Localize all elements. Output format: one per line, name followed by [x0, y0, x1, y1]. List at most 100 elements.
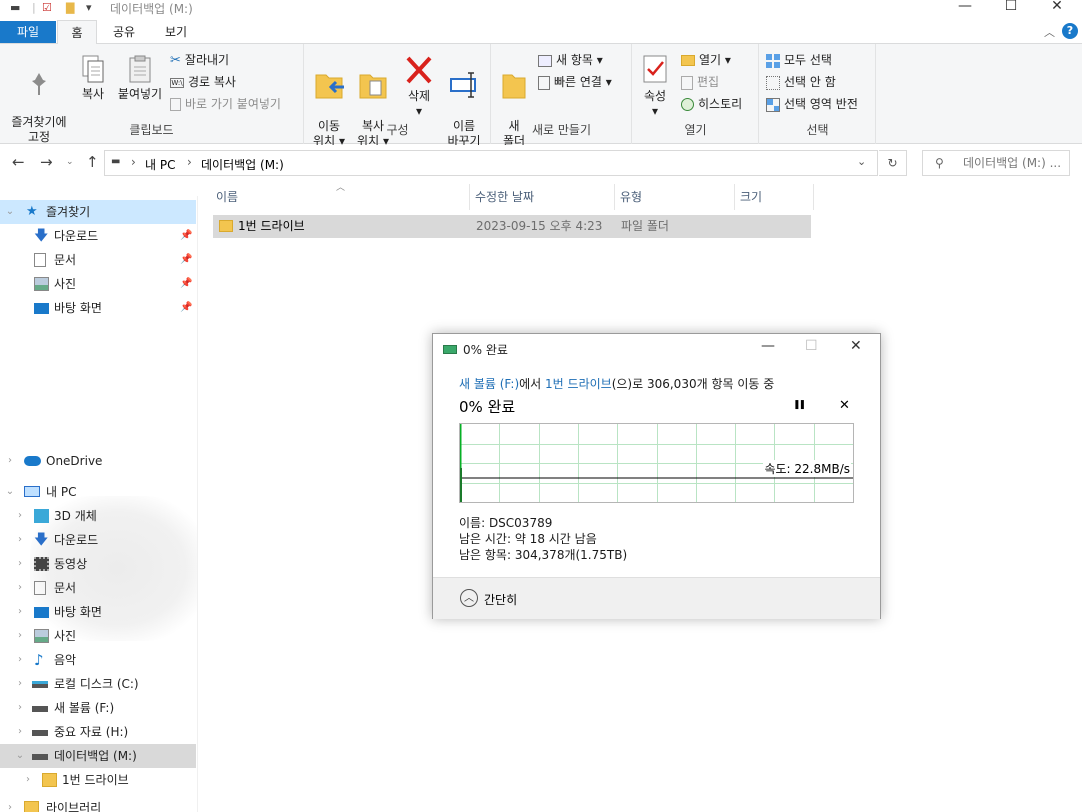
nav-pc-drive-f[interactable]: › 새 볼륨 (F:)	[0, 696, 196, 720]
properties-button[interactable]: 속성 ▾	[639, 54, 671, 119]
chevron-right-icon[interactable]: ›	[14, 720, 26, 744]
nav-onedrive[interactable]: › OneDrive	[0, 449, 196, 473]
help-icon[interactable]: ?	[1062, 23, 1078, 39]
cut-button[interactable]: ✂ 잘라내기	[170, 50, 229, 70]
paste-shortcut-icon	[170, 98, 181, 111]
time-remaining: 남은 시간: 약 18 시간 남음	[459, 532, 597, 546]
column-header-modified[interactable]: 수정한 날짜	[471, 184, 615, 210]
tab-share[interactable]: 공유	[104, 20, 144, 44]
nav-qa-downloads[interactable]: 🡇 다운로드 📌	[0, 224, 196, 248]
tab-view[interactable]: 보기	[156, 20, 196, 44]
paste-button[interactable]: 붙여넣기	[114, 54, 166, 102]
current-file-name: 이름: DSC03789	[459, 516, 553, 530]
chevron-right-icon[interactable]: ›	[4, 449, 16, 473]
nav-sub-folder[interactable]: › 1번 드라이브	[0, 768, 196, 792]
chevron-right-icon[interactable]: ›	[14, 528, 26, 552]
nav-pc-music[interactable]: › ♪ 음악	[0, 648, 196, 672]
chevron-right-icon[interactable]: ›	[14, 696, 26, 720]
delete-button[interactable]: 삭제 ▾	[401, 54, 437, 119]
history-button[interactable]: 히스토리	[681, 94, 742, 114]
nav-this-pc[interactable]: ⌄ 내 PC	[0, 480, 196, 504]
breadcrumb-separator[interactable]: ›	[187, 155, 192, 169]
nav-library[interactable]: › 라이브러리	[0, 796, 196, 812]
chevron-right-icon[interactable]: ›	[22, 768, 34, 792]
minimize-button[interactable]: —	[942, 0, 988, 16]
address-bar[interactable]: ▬ › 내 PC › 데이터백업 (M:) ⌄	[104, 150, 878, 176]
nav-qa-documents[interactable]: 문서 📌	[0, 248, 196, 272]
paste-shortcut-button[interactable]: 바로 가기 붙여넣기	[170, 94, 281, 114]
back-icon[interactable]: ←	[12, 153, 25, 171]
dialog-maximize-button[interactable]: ☐	[805, 338, 818, 354]
pause-button[interactable]: ❚❚	[793, 400, 806, 410]
nav-pc-drive-m[interactable]: ⌄ 데이터백업 (M:)	[0, 744, 196, 768]
refresh-button[interactable]: ↻	[879, 150, 907, 176]
nav-quick-access[interactable]: ⌄ ★ 즐겨찾기	[0, 200, 196, 224]
search-input[interactable]: ⚲ 데이터백업 (M:) ...	[922, 150, 1070, 176]
table-row[interactable]: 1번 드라이브 2023-09-15 오후 4:23 파일 폴더	[213, 215, 811, 238]
maximize-button[interactable]: ☐	[988, 0, 1034, 16]
chevron-right-icon[interactable]: ›	[14, 672, 26, 696]
nav-pc-pictures[interactable]: › 사진	[0, 624, 196, 648]
chevron-down-icon[interactable]: ⌄	[4, 200, 16, 224]
copy-path-button[interactable]: W:\ 경로 복사	[170, 72, 236, 92]
nav-pc-downloads[interactable]: › 🡇 다운로드	[0, 528, 196, 552]
column-header-name[interactable]: 이름	[212, 184, 470, 210]
pin-icon: 📌	[180, 254, 193, 265]
edit-button[interactable]: 편집	[681, 72, 719, 92]
copy-button[interactable]: 복사	[76, 54, 110, 102]
dialog-minimize-button[interactable]: —	[761, 338, 775, 354]
column-header-type[interactable]: 유형	[616, 184, 735, 210]
recent-locations-icon[interactable]: ⌄	[66, 157, 74, 167]
chevron-right-icon[interactable]: ›	[14, 552, 26, 576]
customize-qa-icon[interactable]: ▾	[86, 1, 92, 14]
address-history-chevron-icon[interactable]: ⌄	[857, 155, 866, 168]
chevron-down-icon[interactable]: ⌄	[4, 480, 16, 504]
nav-pc-documents[interactable]: › 문서	[0, 576, 196, 600]
nav-pc-drive-c[interactable]: › 로컬 디스크 (C:)	[0, 672, 196, 696]
column-header-size[interactable]: 크기	[736, 184, 814, 210]
select-all-button[interactable]: 모두 선택	[766, 50, 832, 70]
easy-access-button[interactable]: 빠른 연결 ▾	[538, 72, 612, 92]
close-button[interactable]: ✕	[1034, 0, 1080, 16]
nav-qa-desktop[interactable]: 바탕 화면 📌	[0, 296, 196, 320]
forward-icon[interactable]: →	[40, 153, 53, 171]
organize-group: 이동 위치 ▾ 복사 위치 ▾ 삭제 ▾ 이름 바꾸기 구성	[305, 44, 491, 148]
tab-home[interactable]: 홈	[57, 20, 97, 45]
operation-description: 새 볼륨 (F:)에서 1번 드라이브(으)로 306,030개 항목 이동 중	[459, 377, 775, 391]
new-group-label: 새로 만들기	[531, 123, 591, 137]
new-folder-qa-icon[interactable]: ▇	[66, 1, 74, 14]
breadcrumb-separator[interactable]: ›	[131, 155, 136, 169]
dialog-close-button[interactable]: ✕	[850, 338, 862, 354]
chevron-right-icon[interactable]: ›	[14, 504, 26, 528]
chevron-right-icon[interactable]: ›	[14, 600, 26, 624]
invert-selection-button[interactable]: 선택 영역 반전	[766, 94, 858, 114]
drive-icon	[32, 730, 48, 736]
nav-pc-3d-objects[interactable]: › 3D 개체	[0, 504, 196, 528]
pin-icon: 📌	[180, 278, 193, 289]
source-link[interactable]: 새 볼륨 (F:)	[459, 377, 519, 391]
properties-qa-icon[interactable]: ☑	[42, 1, 52, 14]
chevron-right-icon[interactable]: ›	[4, 796, 16, 812]
fewer-details-button[interactable]: 간단히	[484, 591, 517, 608]
tab-file[interactable]: 파일	[0, 21, 56, 43]
cancel-button[interactable]: ✕	[839, 398, 850, 413]
delete-icon	[406, 56, 432, 84]
select-none-button[interactable]: 선택 안 함	[766, 72, 836, 92]
open-button[interactable]: 열기 ▾	[681, 50, 731, 70]
chevron-right-icon[interactable]: ›	[14, 624, 26, 648]
destination-link[interactable]: 1번 드라이브	[545, 377, 612, 391]
chevron-down-icon[interactable]: ⌄	[14, 744, 26, 768]
chevron-right-icon[interactable]: ›	[14, 648, 26, 672]
breadcrumb-this-pc[interactable]: 내 PC	[145, 156, 175, 173]
nav-pc-videos[interactable]: › 동영상	[0, 552, 196, 576]
breadcrumb-drive[interactable]: 데이터백업 (M:)	[201, 156, 284, 173]
nav-qa-pictures[interactable]: 사진 📌	[0, 272, 196, 296]
new-item-button[interactable]: 새 항목 ▾	[538, 50, 603, 70]
chevron-right-icon[interactable]: ›	[14, 576, 26, 600]
collapse-ribbon-icon[interactable]: ︿	[1044, 24, 1055, 40]
file-modified: 2023-09-15 오후 4:23	[476, 219, 603, 233]
chevron-up-icon[interactable]: ︿	[460, 589, 478, 607]
nav-pc-drive-h[interactable]: › 중요 자료 (H:)	[0, 720, 196, 744]
nav-pc-desktop[interactable]: › 바탕 화면	[0, 600, 196, 624]
up-icon[interactable]: ↑	[86, 153, 99, 171]
